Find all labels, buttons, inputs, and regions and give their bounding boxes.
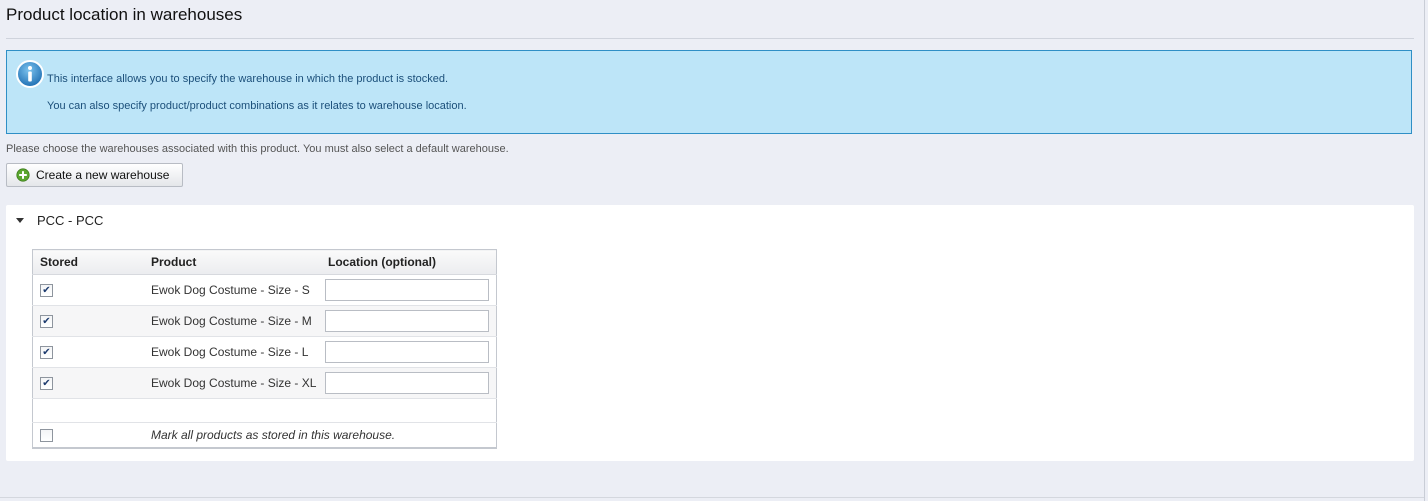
info-text-line-2: You can also specify product/product com…	[47, 100, 467, 112]
table-header-row: Stored Product Location (optional)	[32, 249, 497, 275]
info-icon	[16, 60, 44, 88]
mark-all-label: Mark all products as stored in this ware…	[144, 422, 497, 448]
stored-checkbox[interactable]: ✔	[40, 315, 53, 329]
mark-all-row: Mark all products as stored in this ware…	[32, 422, 497, 448]
stored-cell: ✔	[32, 367, 144, 399]
create-warehouse-button[interactable]: Create a new warehouse	[6, 163, 183, 187]
stored-checkbox[interactable]: ✔	[40, 284, 53, 298]
stored-cell: ✔	[32, 336, 144, 368]
plus-circle-icon	[16, 168, 30, 182]
stored-checkbox[interactable]: ✔	[40, 346, 53, 360]
instructions-text: Please choose the warehouses associated …	[6, 143, 509, 155]
mark-all-cell	[32, 422, 144, 448]
location-input[interactable]	[325, 341, 489, 363]
table-row: ✔ Ewok Dog Costume - Size - M	[32, 305, 497, 337]
info-text-line-1: This interface allows you to specify the…	[47, 73, 449, 85]
location-cell	[321, 274, 497, 306]
product-name: Ewok Dog Costume - Size - L	[144, 336, 321, 368]
page-title: Product location in warehouses	[6, 5, 243, 24]
table-row: ✔ Ewok Dog Costume - Size - L	[32, 336, 497, 368]
location-cell	[321, 367, 497, 399]
mark-all-checkbox[interactable]	[40, 429, 53, 443]
table-spacer-row	[32, 398, 497, 423]
caret-down-icon[interactable]	[16, 218, 24, 224]
location-cell	[321, 336, 497, 368]
info-message: This interface allows you to specify the…	[6, 50, 1412, 134]
product-name: Ewok Dog Costume - Size - M	[144, 305, 321, 337]
table-row: ✔ Ewok Dog Costume - Size - S	[32, 274, 497, 306]
title-divider	[6, 38, 1414, 39]
location-cell	[321, 305, 497, 337]
table-row: ✔ Ewok Dog Costume - Size - XL	[32, 367, 497, 399]
warehouse-title[interactable]: PCC - PCC	[37, 213, 103, 228]
spacer-cell	[32, 398, 497, 423]
stored-cell: ✔	[32, 305, 144, 337]
column-header-location: Location (optional)	[321, 249, 497, 275]
location-input[interactable]	[325, 372, 489, 394]
product-name: Ewok Dog Costume - Size - S	[144, 274, 321, 306]
bottom-divider	[0, 497, 1424, 498]
create-warehouse-label: Create a new warehouse	[36, 168, 170, 182]
warehouse-products-table: Stored Product Location (optional) ✔ Ewo…	[32, 249, 497, 449]
column-header-stored: Stored	[32, 249, 144, 275]
location-input[interactable]	[325, 310, 489, 332]
location-input[interactable]	[325, 279, 489, 301]
warehouse-panel: PCC - PCC Stored Product Location (optio…	[6, 205, 1414, 461]
product-name: Ewok Dog Costume - Size - XL	[144, 367, 321, 399]
stored-checkbox[interactable]: ✔	[40, 377, 53, 391]
column-header-product: Product	[144, 249, 321, 275]
page-right-edge	[1424, 0, 1425, 501]
stored-cell: ✔	[32, 274, 144, 306]
